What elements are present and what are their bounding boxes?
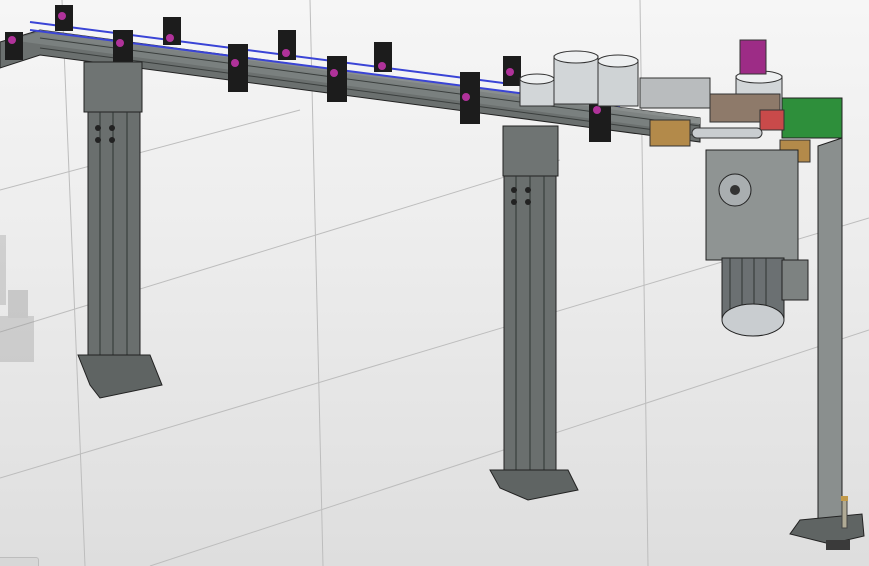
support-column-right[interactable] xyxy=(489,125,579,501)
drive-motor[interactable] xyxy=(705,149,809,337)
support-column-left[interactable] xyxy=(77,61,163,399)
bracket-1 xyxy=(5,32,23,60)
bracket-4 xyxy=(163,17,181,45)
bracket-9 xyxy=(460,72,480,124)
cad-scene[interactable] xyxy=(0,0,869,566)
bracket-10 xyxy=(503,56,521,86)
bracket-7 xyxy=(327,56,347,102)
bracket-6 xyxy=(278,30,296,60)
end-station-assembly[interactable] xyxy=(639,39,843,163)
support-post-right[interactable] xyxy=(789,137,865,550)
bracket-2 xyxy=(55,5,73,31)
background-assembly-ghost xyxy=(0,235,34,362)
bracket-5 xyxy=(228,44,248,92)
viewport-corner-tab[interactable] xyxy=(0,557,39,566)
cad-3d-viewport[interactable] xyxy=(0,0,869,566)
bracket-8 xyxy=(374,42,392,72)
